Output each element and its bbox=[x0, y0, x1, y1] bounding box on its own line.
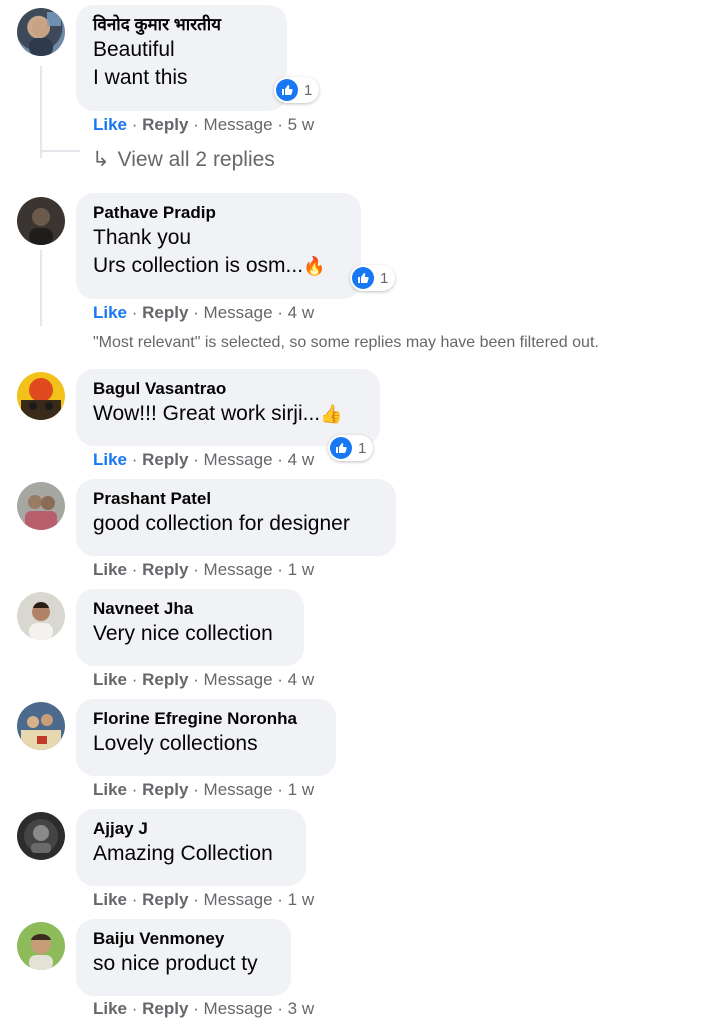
comment-time[interactable]: 3 w bbox=[288, 999, 314, 1018]
thumbs-up-emoji-icon: 👍 bbox=[320, 404, 343, 425]
reaction-number: 1 bbox=[304, 81, 313, 99]
reaction-count[interactable]: 1 bbox=[350, 265, 396, 291]
comment-author[interactable]: विनोद कुमार भारतीय bbox=[93, 14, 271, 36]
like-reaction-icon bbox=[330, 437, 352, 459]
comment-actions: Like · Reply · Message · 3 w bbox=[93, 999, 315, 1018]
comment-bubble: Pathave Pradip Thank you Urs collection … bbox=[76, 193, 361, 299]
reply-button[interactable]: Reply bbox=[142, 999, 188, 1018]
comment-time[interactable]: 1 w bbox=[288, 890, 314, 909]
view-replies-label: View all 2 replies bbox=[117, 148, 275, 171]
reply-button[interactable]: Reply bbox=[142, 450, 188, 469]
comment-time[interactable]: 4 w bbox=[288, 450, 314, 469]
reply-button[interactable]: Reply bbox=[142, 780, 188, 799]
like-reaction-icon bbox=[276, 79, 298, 101]
comment-time[interactable]: 1 w bbox=[288, 560, 314, 579]
comment-author[interactable]: Navneet Jha bbox=[93, 598, 288, 620]
like-button[interactable]: Like bbox=[93, 450, 127, 469]
thread-line-2 bbox=[40, 250, 42, 326]
comment-actions: Like · Reply · Message · 1 w bbox=[93, 890, 315, 909]
comment-bubble: Baiju Venmoney so nice product ty bbox=[76, 919, 291, 996]
comment-author[interactable]: Prashant Patel bbox=[93, 488, 380, 510]
reply-button[interactable]: Reply bbox=[142, 303, 188, 322]
reaction-number: 1 bbox=[380, 269, 389, 287]
comment-text-line: Beautiful bbox=[93, 38, 175, 61]
comment-author[interactable]: Baiju Venmoney bbox=[93, 928, 275, 950]
reply-button[interactable]: Reply bbox=[142, 670, 188, 689]
comment-bubble: Prashant Patel good collection for desig… bbox=[76, 479, 396, 556]
like-button[interactable]: Like bbox=[93, 303, 127, 322]
message-button[interactable]: Message bbox=[204, 890, 273, 909]
like-button[interactable]: Like bbox=[93, 890, 127, 909]
like-button[interactable]: Like bbox=[93, 560, 127, 579]
comment-time[interactable]: 4 w bbox=[288, 303, 314, 322]
comment-time[interactable]: 5 w bbox=[288, 115, 314, 134]
comment-time[interactable]: 4 w bbox=[288, 670, 314, 689]
like-reaction-icon bbox=[352, 267, 374, 289]
avatar[interactable] bbox=[17, 8, 65, 56]
comment-bubble: Bagul Vasantrao Wow!!! Great work sirji.… bbox=[76, 369, 380, 446]
avatar[interactable] bbox=[17, 592, 65, 640]
comment-time[interactable]: 1 w bbox=[288, 780, 314, 799]
comment-actions: Like · Reply · Message · 4 w bbox=[93, 450, 315, 469]
thread-line-1 bbox=[40, 66, 42, 158]
comment-author[interactable]: Bagul Vasantrao bbox=[93, 378, 364, 400]
comment-text-line: Amazing Collection bbox=[93, 842, 273, 865]
comment-bubble: विनोद कुमार भारतीय Beautiful I want this bbox=[76, 5, 287, 111]
avatar[interactable] bbox=[17, 922, 65, 970]
reaction-count[interactable]: 1 bbox=[274, 77, 320, 103]
comment-text-line: Urs collection is osm... bbox=[93, 254, 304, 277]
comment-text-line: Very nice collection bbox=[93, 622, 273, 645]
comment-bubble: Ajjay J Amazing Collection bbox=[76, 809, 306, 886]
comment-actions: Like · Reply · Message · 4 w bbox=[93, 303, 315, 322]
comment-actions: Like · Reply · Message · 4 w bbox=[93, 670, 315, 689]
message-button[interactable]: Message bbox=[204, 450, 273, 469]
avatar[interactable] bbox=[17, 372, 65, 420]
comment-actions: Like · Reply · Message · 1 w bbox=[93, 780, 315, 799]
reply-button[interactable]: Reply bbox=[142, 890, 188, 909]
comment-bubble: Navneet Jha Very nice collection bbox=[76, 589, 304, 666]
avatar[interactable] bbox=[17, 702, 65, 750]
avatar[interactable] bbox=[17, 812, 65, 860]
comment-text-line: I want this bbox=[93, 66, 188, 89]
reply-arrow-icon: ↳ bbox=[92, 148, 110, 171]
comment-author[interactable]: Pathave Pradip bbox=[93, 202, 345, 224]
message-button[interactable]: Message bbox=[204, 670, 273, 689]
like-button[interactable]: Like bbox=[93, 670, 127, 689]
message-button[interactable]: Message bbox=[204, 303, 273, 322]
message-button[interactable]: Message bbox=[204, 999, 273, 1018]
view-replies-link[interactable]: ↳ View all 2 replies bbox=[92, 147, 275, 172]
fire-emoji-icon: 🔥 bbox=[303, 256, 326, 277]
message-button[interactable]: Message bbox=[204, 780, 273, 799]
comment-text-line: Wow!!! Great work sirji... bbox=[93, 402, 321, 425]
reaction-number: 1 bbox=[358, 439, 367, 457]
comment-text-line: Thank you bbox=[93, 226, 192, 249]
avatar[interactable] bbox=[17, 197, 65, 245]
comment-text-line: good collection for designer bbox=[93, 512, 350, 535]
like-button[interactable]: Like bbox=[93, 999, 127, 1018]
reply-button[interactable]: Reply bbox=[142, 560, 188, 579]
like-button[interactable]: Like bbox=[93, 780, 127, 799]
avatar[interactable] bbox=[17, 482, 65, 530]
message-button[interactable]: Message bbox=[204, 560, 273, 579]
reply-button[interactable]: Reply bbox=[142, 115, 188, 134]
comment-text-line: so nice product ty bbox=[93, 952, 258, 975]
comment-actions: Like · Reply · Message · 1 w bbox=[93, 560, 315, 579]
filter-note: "Most relevant" is selected, so some rep… bbox=[93, 334, 599, 351]
comment-text-line: Lovely collections bbox=[93, 732, 258, 755]
reaction-count[interactable]: 1 bbox=[328, 435, 374, 461]
comment-actions: Like · Reply · Message · 5 w bbox=[93, 115, 315, 134]
comment-bubble: Florine Efregine Noronha Lovely collecti… bbox=[76, 699, 336, 776]
message-button[interactable]: Message bbox=[204, 115, 273, 134]
comment-author[interactable]: Ajjay J bbox=[93, 818, 290, 840]
thread-line-1-curve bbox=[40, 150, 80, 152]
like-button[interactable]: Like bbox=[93, 115, 127, 134]
comment-author[interactable]: Florine Efregine Noronha bbox=[93, 708, 320, 730]
